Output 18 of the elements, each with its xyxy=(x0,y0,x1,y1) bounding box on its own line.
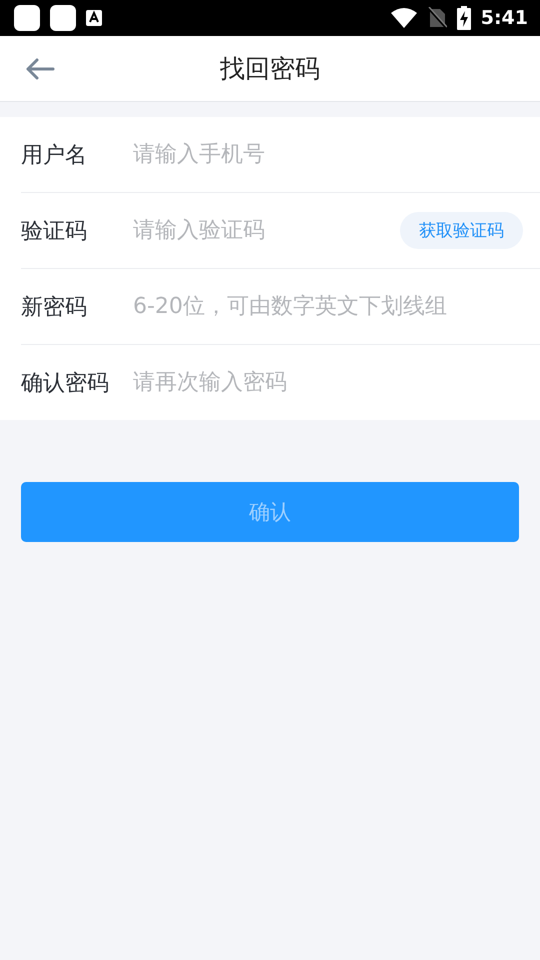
input-field[interactable]: 请输入手机号 xyxy=(133,142,523,167)
notification-icon xyxy=(14,5,40,31)
input-field[interactable]: 6-20位，可由数字英文下划线组 xyxy=(133,294,523,319)
notification-icon xyxy=(50,5,76,31)
back-arrow-icon[interactable] xyxy=(25,58,55,80)
wifi-icon xyxy=(390,8,417,28)
battery-charging-icon xyxy=(456,6,471,30)
clock-time: 5:41 xyxy=(480,7,528,29)
keyboard-icon xyxy=(86,10,102,26)
field-label: 新密码 xyxy=(21,294,88,322)
get-code-button[interactable]: 获取验证码 xyxy=(400,212,523,249)
no-sim-icon xyxy=(426,7,447,29)
field-label: 确认密码 xyxy=(21,370,110,398)
field-label: 用户名 xyxy=(21,142,88,170)
input-field[interactable]: 请输入验证码 xyxy=(133,218,400,243)
input-field[interactable]: 请再次输入密码 xyxy=(133,370,523,395)
field-label: 验证码 xyxy=(21,218,88,246)
page-title: 找回密码 xyxy=(220,54,320,83)
